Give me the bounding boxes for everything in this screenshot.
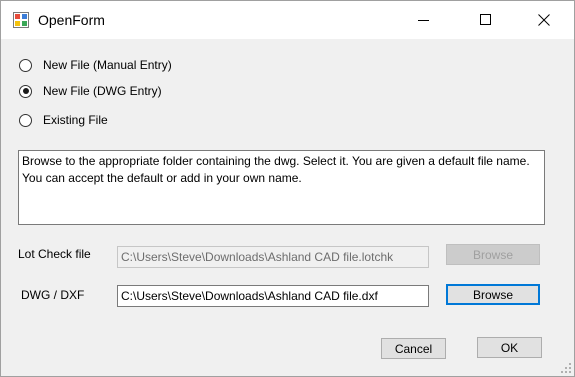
radio-button-dwg[interactable]	[19, 84, 32, 98]
title-bar[interactable]: OpenForm	[1, 1, 574, 39]
window-title: OpenForm	[38, 12, 105, 28]
radio-existing-file[interactable]: Existing File	[19, 111, 108, 129]
dwg-dxf-browse-button[interactable]: Browse	[446, 284, 540, 305]
radio-new-file-dwg[interactable]: New File (DWG Entry)	[19, 82, 162, 100]
form-app-icon	[13, 12, 29, 28]
radio-label-manual: New File (Manual Entry)	[43, 58, 172, 72]
minimize-button[interactable]	[401, 1, 447, 39]
ok-button[interactable]: OK	[477, 337, 542, 358]
lot-check-field[interactable]: C:\Users\Steve\Downloads\Ashland CAD fil…	[117, 246, 429, 268]
instructions-textbox[interactable]: Browse to the appropriate folder contain…	[18, 150, 545, 225]
radio-new-file-manual[interactable]: New File (Manual Entry)	[19, 56, 172, 74]
radio-label-existing: Existing File	[43, 113, 108, 127]
minimize-icon	[418, 20, 429, 21]
close-icon	[538, 14, 550, 26]
dwg-dxf-label: DWG / DXF	[21, 288, 85, 302]
radio-label-dwg: New File (DWG Entry)	[43, 84, 162, 98]
close-button[interactable]	[521, 1, 567, 39]
openform-window: OpenForm New File (Manual Entry) New Fil…	[0, 0, 575, 377]
radio-button-existing[interactable]	[19, 113, 32, 127]
maximize-icon	[480, 14, 491, 25]
radio-button-manual[interactable]	[19, 58, 32, 72]
dwg-dxf-field[interactable]: C:\Users\Steve\Downloads\Ashland CAD fil…	[117, 285, 429, 307]
lot-check-label: Lot Check file	[18, 247, 91, 261]
cancel-button[interactable]: Cancel	[381, 338, 446, 359]
resize-grip-icon[interactable]	[560, 362, 572, 374]
lot-check-browse-button[interactable]: Browse	[446, 244, 540, 265]
maximize-button[interactable]	[463, 1, 509, 39]
